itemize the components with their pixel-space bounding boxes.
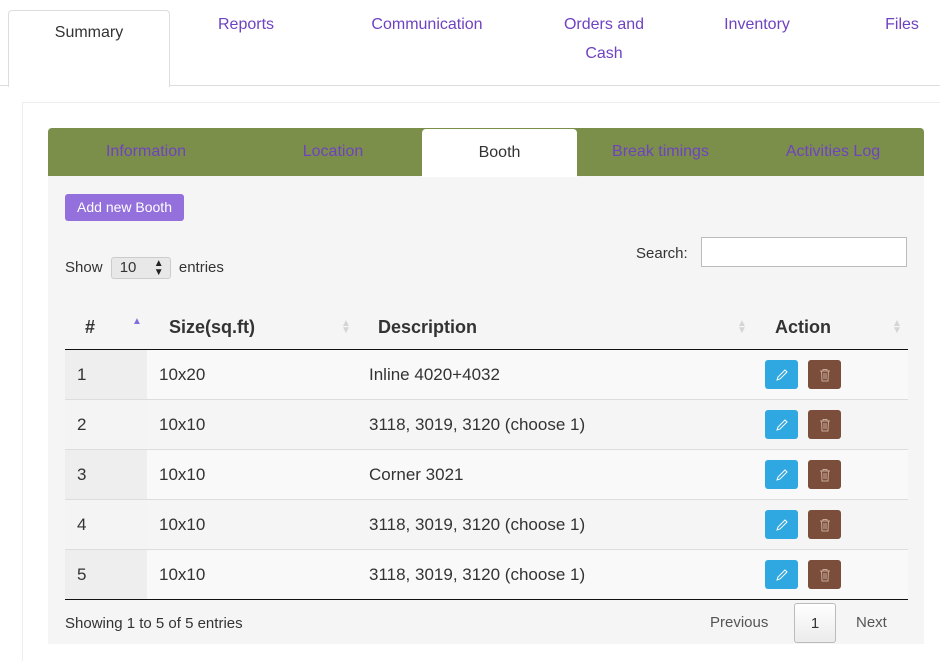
delete-button[interactable] (808, 560, 841, 589)
edit-button[interactable] (765, 560, 798, 589)
cell-size: 10x10 (159, 515, 206, 534)
tab-break-timings[interactable]: Break timings (588, 128, 733, 176)
pencil-icon (775, 568, 788, 581)
cell-number: 5 (65, 550, 147, 599)
delete-button[interactable] (808, 510, 841, 539)
delete-button[interactable] (808, 460, 841, 489)
table-row: 2 10x10 3118, 3019, 3120 (choose 1) (65, 400, 908, 450)
cell-description: Corner 3021 (369, 465, 464, 484)
edit-button[interactable] (765, 410, 798, 439)
edit-button[interactable] (765, 360, 798, 389)
cell-number: 1 (65, 350, 147, 399)
cell-number: 2 (65, 400, 147, 449)
pencil-icon (775, 368, 788, 381)
cell-description: 3118, 3019, 3120 (choose 1) (369, 415, 586, 434)
pagination-next[interactable]: Next (856, 603, 887, 643)
cell-number: 3 (65, 450, 147, 499)
trash-icon (819, 418, 830, 431)
sort-icon: ▲ ▼ (892, 318, 902, 336)
entries-label: entries (178, 259, 224, 276)
col-action-header[interactable]: Action (775, 304, 831, 350)
pagination-previous[interactable]: Previous (710, 603, 768, 643)
sort-icon: ▲ ▼ (341, 318, 351, 336)
pagination-page-1[interactable]: 1 (794, 603, 836, 643)
length-control: Show 10 ▲ ▼ entries (65, 256, 224, 280)
tab-information[interactable]: Information (76, 128, 216, 176)
tab-location[interactable]: Location (268, 128, 398, 176)
cell-size: 10x10 (159, 565, 206, 584)
table-body: 1 10x20 Inline 4020+4032 2 10x10 3118, 3… (65, 350, 908, 600)
tab-booth[interactable]: Booth (422, 129, 577, 177)
cell-size: 10x10 (159, 465, 206, 484)
add-new-booth-button[interactable]: Add new Booth (65, 194, 184, 221)
tab-summary[interactable]: Summary (8, 10, 170, 87)
pencil-icon (775, 418, 788, 431)
search-label: Search: (636, 245, 688, 262)
delete-button[interactable] (808, 360, 841, 389)
table-header: # ▲ Size(sq.ft) ▲ ▼ Description ▲ ▼ Action… (65, 304, 908, 350)
trash-icon (819, 368, 830, 381)
table-info: Showing 1 to 5 of 5 entries (65, 615, 243, 632)
search-input[interactable] (701, 237, 907, 267)
table-row: 1 10x20 Inline 4020+4032 (65, 350, 908, 400)
edit-button[interactable] (765, 460, 798, 489)
pencil-icon (775, 518, 788, 531)
sort-icon: ▲ ▼ (737, 318, 747, 336)
tab-orders-and-cash[interactable]: Orders and Cash (554, 10, 654, 68)
delete-button[interactable] (808, 410, 841, 439)
col-size-header[interactable]: Size(sq.ft) (169, 304, 255, 350)
entries-select[interactable]: 10 ▲ ▼ (110, 257, 171, 280)
tab-activities-log[interactable]: Activities Log (758, 128, 908, 176)
sort-asc-icon: ▲ (132, 316, 142, 327)
cell-description: Inline 4020+4032 (369, 365, 500, 384)
sub-tab-bar: Information Location Booth Break timings… (48, 128, 924, 177)
col-number-header[interactable]: # (85, 304, 95, 350)
tab-communication[interactable]: Communication (357, 10, 497, 39)
show-label: Show (65, 259, 103, 276)
tab-inventory[interactable]: Inventory (712, 10, 802, 39)
cell-description: 3118, 3019, 3120 (choose 1) (369, 515, 586, 534)
trash-icon (819, 468, 830, 481)
booth-table: # ▲ Size(sq.ft) ▲ ▼ Description ▲ ▼ Action… (65, 304, 908, 600)
select-arrows-icon: ▲ ▼ (153, 258, 164, 279)
cell-number: 4 (65, 500, 147, 549)
edit-button[interactable] (765, 510, 798, 539)
trash-icon (819, 518, 830, 531)
table-row: 4 10x10 3118, 3019, 3120 (choose 1) (65, 500, 908, 550)
pencil-icon (775, 468, 788, 481)
tab-files[interactable]: Files (876, 10, 928, 39)
cell-description: 3118, 3019, 3120 (choose 1) (369, 565, 586, 584)
cell-size: 10x10 (159, 415, 206, 434)
table-row: 5 10x10 3118, 3019, 3120 (choose 1) (65, 550, 908, 600)
table-row: 3 10x10 Corner 3021 (65, 450, 908, 500)
trash-icon (819, 568, 830, 581)
cell-size: 10x20 (159, 365, 206, 384)
top-tab-bar: Summary Reports Communication Orders and… (0, 0, 940, 87)
tab-reports[interactable]: Reports (196, 10, 296, 39)
entries-select-value: 10 (119, 259, 137, 277)
col-description-header[interactable]: Description (378, 304, 477, 350)
